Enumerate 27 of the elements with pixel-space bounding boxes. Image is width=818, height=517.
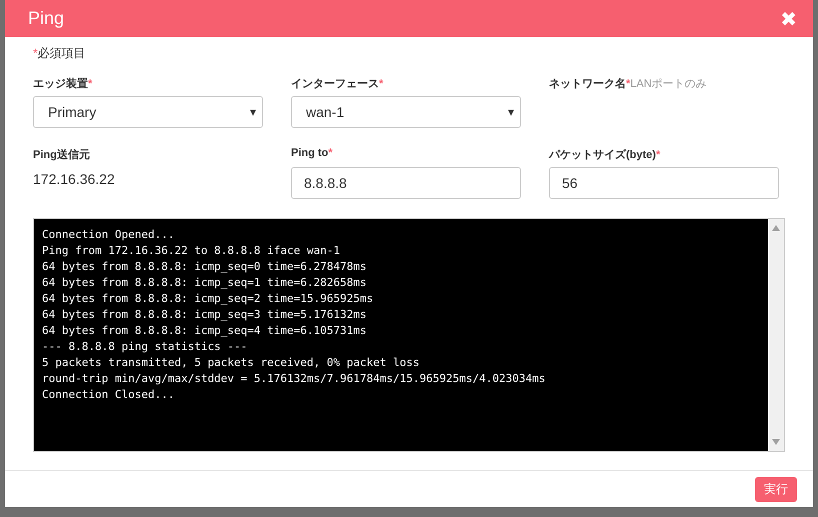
field-label: インターフェース* xyxy=(291,77,384,89)
select-field[interactable]: Primary ▾ xyxy=(33,96,263,128)
field-label: エッジ装置* xyxy=(33,76,94,89)
console-line: 64 bytes from 8.8.8.8: icmp_seq=0 time=6.278478ms xyxy=(42,259,367,275)
console-line: Connection Closed... xyxy=(42,387,174,403)
console-line: 64 bytes from 8.8.8.8: icmp_seq=3 time=5.176132ms xyxy=(42,307,367,323)
scroll-down-icon[interactable] xyxy=(772,439,780,445)
console-line: 64 bytes from 8.8.8.8: icmp_seq=4 time=6.105731ms xyxy=(42,323,367,339)
console-line: 5 packets transmitted, 5 packets received, 0% packet loss xyxy=(42,355,420,371)
console-line: round-trip min/avg/max/stddev = 5.176132ms/7.961784ms/15.965925ms/4.023034ms xyxy=(42,371,546,387)
field-label: パケットサイズ(byte)* xyxy=(549,148,662,160)
console-line: Connection Opened... xyxy=(42,227,174,243)
input-field[interactable]: 56 xyxy=(549,167,779,199)
field-label: ネットワーク名*LANポートのみ xyxy=(549,76,708,89)
field-value: 172.16.36.22 xyxy=(33,170,116,187)
console-line: 64 bytes from 8.8.8.8: icmp_seq=2 time=15.965925ms xyxy=(42,291,374,307)
dialog-title: Ping xyxy=(28,8,64,29)
required-note: *必須項目 xyxy=(33,45,87,62)
console-line: --- 8.8.8.8 ping statistics --- xyxy=(42,339,248,355)
scrollbar[interactable] xyxy=(768,219,784,451)
field-label: Ping to* xyxy=(291,147,334,160)
input-field[interactable]: 8.8.8.8 xyxy=(291,167,521,199)
console-line: Ping from 172.16.36.22 to 8.8.8.8 iface wan-1 xyxy=(42,243,340,259)
field-label: Ping送信元 xyxy=(33,148,91,160)
console-line: 64 bytes from 8.8.8.8: icmp_seq=1 time=6.282658ms xyxy=(42,275,367,291)
scroll-up-icon[interactable] xyxy=(772,225,780,231)
select-field[interactable]: wan-1 ▾ xyxy=(291,96,521,128)
